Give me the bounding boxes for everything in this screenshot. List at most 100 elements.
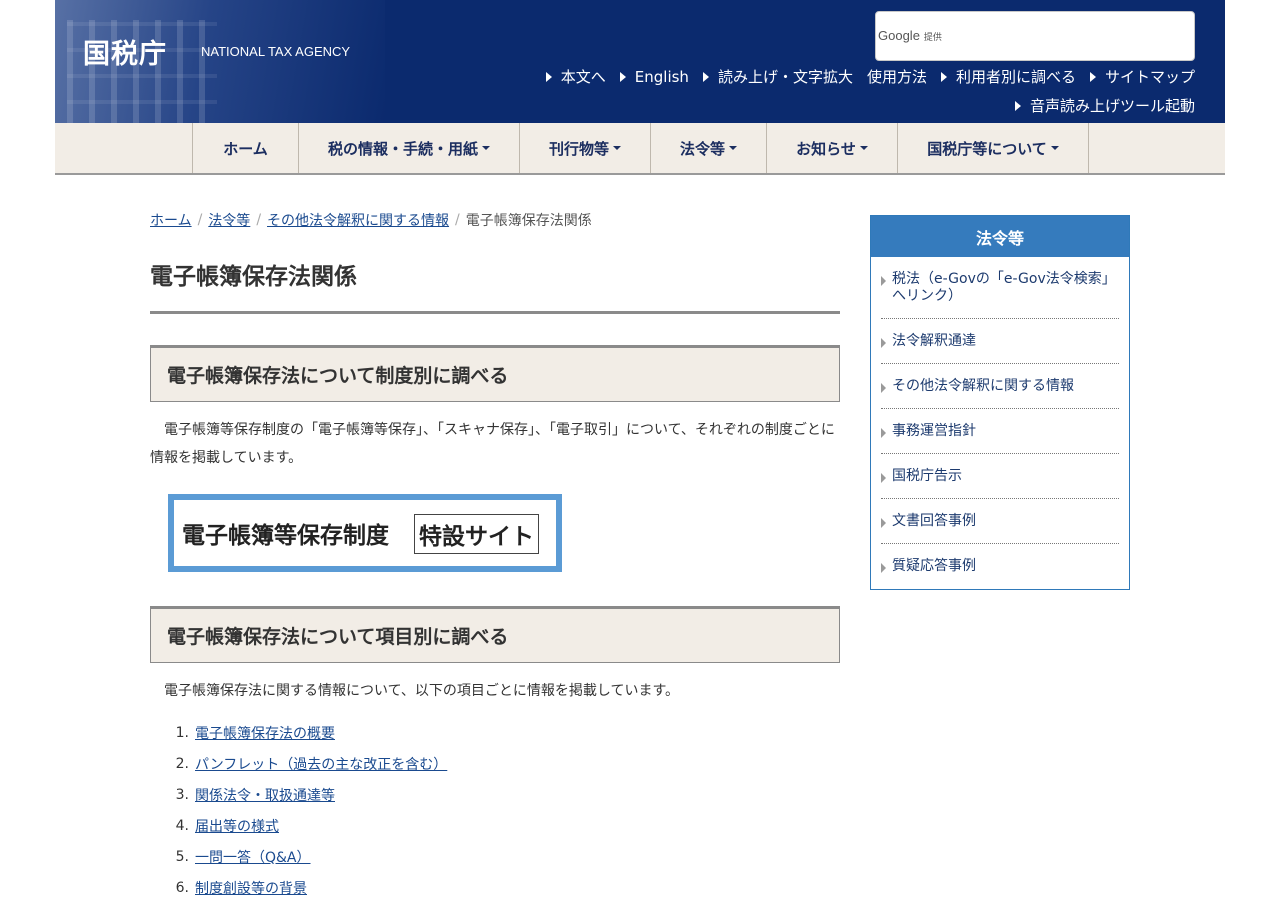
banner-title: 電子帳簿等保存制度 xyxy=(182,523,389,549)
list-item: 6. 制度創設等の背景 xyxy=(150,872,840,903)
topic-link-qa[interactable]: 一問一答（Q&A） xyxy=(195,847,311,867)
nav-item-label: 刊行物等 xyxy=(548,139,609,158)
nav-item-news[interactable]: お知らせ xyxy=(767,123,898,173)
sidebar-item-label: その他法令解釈に関する情報 xyxy=(892,378,1074,394)
util-link-skip-to-content[interactable]: 本文へ xyxy=(545,66,606,87)
triangle-right-icon xyxy=(881,518,886,528)
list-item-number: 3. xyxy=(175,786,189,803)
list-item: 4. 届出等の様式 xyxy=(150,810,840,841)
sidebar-item-label: 国税庁告示 xyxy=(892,468,962,484)
section-heading-by-system: 電子帳簿保存法について制度別に調べる xyxy=(150,345,840,402)
caret-down-icon xyxy=(1050,146,1059,150)
topic-link-overview[interactable]: 電子帳簿保存法の概要 xyxy=(195,723,335,743)
breadcrumb-current: 電子帳簿保存法関係 xyxy=(465,213,592,229)
triangle-right-icon xyxy=(545,71,552,82)
nav-item-tax-info[interactable]: 税の情報・手続・用紙 xyxy=(299,123,520,173)
google-logo: Google xyxy=(878,28,920,43)
list-item-number: 5. xyxy=(175,848,189,865)
util-link-english[interactable]: English xyxy=(619,66,689,87)
site-header: 国税庁 NATIONAL TAX AGENCY Google 提供 本文へ Eng… xyxy=(55,0,1225,123)
section-description-by-item: 電子帳簿保存法に関する情報について、以下の項目ごとに情報を掲載しています。 xyxy=(164,683,680,699)
util-link-usage[interactable]: 使用方法 xyxy=(867,66,927,87)
util-link-by-user[interactable]: 利用者別に調べる xyxy=(940,66,1076,87)
section-heading-by-item: 電子帳簿保存法について項目別に調べる xyxy=(150,606,840,663)
caret-down-icon xyxy=(859,146,868,150)
site-logo-subtitle: NATIONAL TAX AGENCY xyxy=(201,44,351,59)
triangle-right-icon xyxy=(1014,100,1021,111)
util-link-label: 本文へ xyxy=(560,68,606,86)
triangle-right-icon xyxy=(881,473,886,483)
util-link-label: English xyxy=(634,67,689,86)
sidebar-item-label: 文書回答事例 xyxy=(892,513,976,529)
breadcrumb: ホーム / 法令等 / その他法令解釈に関する情報 / 電子帳簿保存法関係 xyxy=(150,205,840,235)
sidebar-title: 法令等 xyxy=(871,216,1129,257)
nav-item-home[interactable]: ホーム xyxy=(193,123,299,173)
nav-item-label: 税の情報・手続・用紙 xyxy=(327,139,478,158)
util-link-read-aloud[interactable]: 読み上げ・文字拡大 xyxy=(702,66,853,87)
caret-down-icon xyxy=(613,146,621,150)
util-link-label: 利用者別に調べる xyxy=(955,68,1076,86)
triangle-right-icon xyxy=(881,563,886,573)
google-search-brand: Google 提供 xyxy=(878,28,942,43)
nav-item-label: ホーム xyxy=(223,139,268,158)
triangle-right-icon xyxy=(881,338,886,348)
nav-item-about[interactable]: 国税庁等について xyxy=(898,123,1089,173)
list-item-number: 4. xyxy=(175,817,189,834)
triangle-right-icon xyxy=(702,71,709,82)
breadcrumb-link-laws[interactable]: 法令等 xyxy=(208,210,250,230)
list-item: 1. 電子帳簿保存法の概要 xyxy=(150,717,840,748)
breadcrumb-link-other-interpretation[interactable]: その他法令解釈に関する情報 xyxy=(267,210,449,230)
sidebar-list: 税法（e-Govの「e-Gov法令検索」へリンク） 法令解釈通達 その他法令解釈… xyxy=(871,257,1129,589)
topic-link-background[interactable]: 制度創設等の背景 xyxy=(195,878,307,898)
util-link-sitemap[interactable]: サイトマップ xyxy=(1089,66,1195,87)
utility-nav-row-1: 本文へ English 読み上げ・文字拡大 使用方法 利用者別に調べる サイトマ… xyxy=(495,66,1195,87)
triangle-right-icon xyxy=(881,276,886,286)
sidebar-item-document-responses[interactable]: 文書回答事例 xyxy=(881,499,1119,544)
sidebar-item-qa-cases[interactable]: 質疑応答事例 xyxy=(881,544,1119,589)
util-link-voice-tool[interactable]: 音声読み上げツール起動 xyxy=(1014,95,1195,116)
main-content: ホーム / 法令等 / その他法令解釈に関する情報 / 電子帳簿保存法関係 電子帳簿保… xyxy=(150,205,840,903)
section-description-by-system: 電子帳簿等保存制度の「電子帳簿等保存」、「スキャナ保存」、「電子取引」について、… xyxy=(150,422,835,466)
breadcrumb-separator: / xyxy=(256,212,262,228)
topic-link-related-laws[interactable]: 関係法令・取扱通達等 xyxy=(195,785,335,805)
breadcrumb-link-home[interactable]: ホーム xyxy=(150,210,192,230)
util-link-label: サイトマップ xyxy=(1104,68,1195,86)
list-item-number: 1. xyxy=(175,724,189,741)
sidebar-item-label: 事務運営指針 xyxy=(892,423,976,439)
banner-special-site-label: 特設サイト xyxy=(414,514,539,554)
triangle-right-icon xyxy=(619,71,626,82)
nav-item-label: 国税庁等について xyxy=(927,139,1047,158)
site-logo-title[interactable]: 国税庁 xyxy=(83,32,167,71)
topic-link-pamphlet[interactable]: パンフレット（過去の主な改正を含む） xyxy=(195,754,447,774)
sidebar-item-interpretation-notices[interactable]: 法令解釈通達 xyxy=(881,319,1119,364)
search-provided-label: 提供 xyxy=(923,32,942,42)
sidebar-item-tax-law[interactable]: 税法（e-Govの「e-Gov法令検索」へリンク） xyxy=(881,257,1119,319)
caret-down-icon xyxy=(482,146,490,150)
utility-nav: 本文へ English 読み上げ・文字拡大 使用方法 利用者別に調べる サイトマ… xyxy=(495,66,1195,116)
sidebar-item-other-interpretation[interactable]: その他法令解釈に関する情報 xyxy=(881,364,1119,409)
global-nav-list: ホーム 税の情報・手続・用紙 刊行物等 法令等 お知らせ 国税庁等について xyxy=(192,123,1089,173)
list-item: 2. パンフレット（過去の主な改正を含む） xyxy=(150,748,840,779)
list-item-number: 2. xyxy=(175,755,189,772)
nav-item-laws[interactable]: 法令等 xyxy=(651,123,767,173)
triangle-right-icon xyxy=(881,428,886,438)
list-item: 5. 一問一答（Q&A） xyxy=(150,841,840,872)
list-item: 3. 関係法令・取扱通達等 xyxy=(150,779,840,810)
sidebar-item-label: 質疑応答事例 xyxy=(892,558,976,574)
sidebar-laws: 法令等 税法（e-Govの「e-Gov法令検索」へリンク） 法令解釈通達 その他… xyxy=(870,215,1130,590)
topic-list: 1. 電子帳簿保存法の概要 2. パンフレット（過去の主な改正を含む） 3. 関係法令… xyxy=(150,717,840,903)
breadcrumb-separator: / xyxy=(197,212,203,228)
utility-nav-row-2: 音声読み上げツール起動 xyxy=(495,95,1195,116)
topic-link-forms[interactable]: 届出等の様式 xyxy=(195,816,279,836)
util-link-label: 使用方法 xyxy=(866,68,927,86)
global-nav: ホーム 税の情報・手続・用紙 刊行物等 法令等 お知らせ 国税庁等について xyxy=(55,123,1225,175)
page-title: 電子帳簿保存法関係 xyxy=(150,257,840,314)
special-site-banner[interactable]: 電子帳簿等保存制度 特設サイト xyxy=(168,494,562,572)
sidebar-item-operational-guidelines[interactable]: 事務運営指針 xyxy=(881,409,1119,454)
list-item-number: 6. xyxy=(175,879,189,896)
nav-item-publications[interactable]: 刊行物等 xyxy=(520,123,651,173)
sidebar-item-nta-notices[interactable]: 国税庁告示 xyxy=(881,454,1119,499)
search-input[interactable]: Google 提供 xyxy=(875,11,1195,61)
caret-down-icon xyxy=(729,146,737,150)
nav-item-label: 法令等 xyxy=(679,139,725,158)
